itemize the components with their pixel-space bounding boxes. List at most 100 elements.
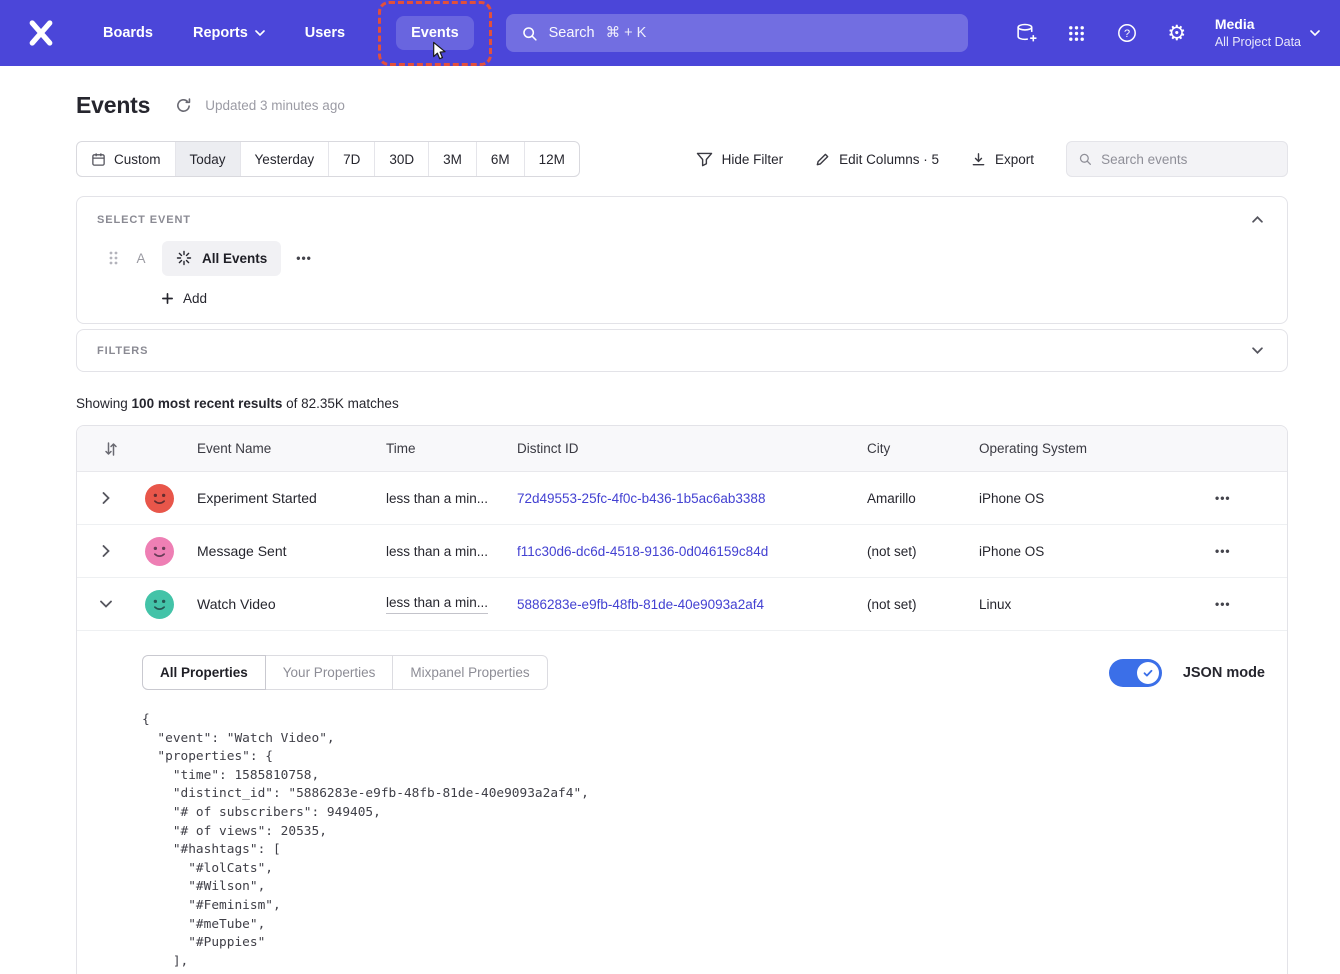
- navbar-right: ? ⚙ Media All Project Data: [1007, 14, 1320, 52]
- project-selector[interactable]: Media All Project Data: [1215, 15, 1320, 51]
- nav-item-users[interactable]: Users: [290, 16, 360, 50]
- row-expander[interactable]: [96, 539, 116, 563]
- edit-columns-label: Edit Columns · 5: [839, 152, 939, 167]
- grid-icon: [1067, 24, 1086, 43]
- json-mode-toggle[interactable]: [1109, 659, 1162, 687]
- add-event-button[interactable]: Add: [161, 291, 207, 306]
- refresh-button[interactable]: [173, 95, 194, 116]
- row-expander[interactable]: [96, 486, 116, 510]
- city-cell: (not set): [867, 597, 979, 612]
- chevron-down-icon: [1252, 347, 1263, 354]
- database-icon: [1015, 22, 1038, 45]
- row-actions-button[interactable]: •••: [1179, 597, 1231, 611]
- hide-filter-label: Hide Filter: [722, 152, 784, 167]
- table-header-row: Event Name Time Distinct ID City Operati…: [77, 426, 1287, 472]
- gear-icon: ⚙: [1167, 21, 1186, 46]
- main-content: Events Updated 3 minutes ago Custom Toda…: [0, 92, 1340, 974]
- properties-tabs: All Properties Your Properties Mixpanel …: [142, 655, 548, 690]
- chevron-down-icon: [255, 30, 265, 36]
- tab-your-properties[interactable]: Your Properties: [265, 655, 394, 690]
- results-summary: Showing 100 most recent results of 82.35…: [76, 396, 1288, 411]
- results-summary-count: 100 most recent results: [132, 396, 283, 411]
- nav-item-boards[interactable]: Boards: [88, 16, 168, 50]
- events-search-input[interactable]: [1101, 152, 1276, 167]
- event-query-row: A All Events •••: [77, 240, 1287, 276]
- col-operating-system[interactable]: Operating System: [979, 441, 1179, 456]
- toggle-knob: [1137, 662, 1159, 684]
- toolbar: Custom Today Yesterday 7D 30D 3M 6M 12M …: [76, 141, 1288, 177]
- results-summary-suffix: of 82.35K matches: [282, 396, 398, 411]
- city-cell: Amarillo: [867, 491, 979, 506]
- apps-grid-button[interactable]: [1057, 14, 1097, 52]
- drag-handle[interactable]: [106, 248, 120, 268]
- date-range-custom[interactable]: Custom: [77, 142, 176, 176]
- json-mode-control: JSON mode: [1109, 659, 1265, 687]
- table-row[interactable]: Experiment Started less than a min... 72…: [77, 472, 1287, 525]
- date-range-3m[interactable]: 3M: [429, 142, 477, 176]
- time-cell: less than a min...: [386, 544, 517, 559]
- data-management-button[interactable]: [1007, 14, 1047, 52]
- chevron-up-icon: [1252, 216, 1263, 223]
- mouse-cursor-icon: [430, 41, 447, 62]
- check-icon: [1142, 667, 1154, 679]
- page-header: Events Updated 3 minutes ago: [76, 92, 1288, 119]
- col-event-name[interactable]: Event Name: [197, 441, 386, 456]
- date-range-yesterday[interactable]: Yesterday: [241, 142, 330, 176]
- global-search[interactable]: Search ⌘ + K: [506, 14, 968, 52]
- settings-button[interactable]: ⚙: [1157, 14, 1197, 52]
- download-icon: [971, 152, 986, 167]
- export-button[interactable]: Export: [971, 152, 1034, 167]
- expand-filters-button[interactable]: [1248, 343, 1267, 358]
- primary-nav: Boards Reports Users Events: [88, 16, 474, 50]
- event-detail-panel: All Properties Your Properties Mixpanel …: [77, 631, 1287, 974]
- filters-header: FILTERS: [77, 330, 1287, 371]
- col-city[interactable]: City: [867, 441, 979, 456]
- tab-mixpanel-properties[interactable]: Mixpanel Properties: [392, 655, 547, 690]
- date-range-30d[interactable]: 30D: [375, 142, 429, 176]
- edit-columns-button[interactable]: Edit Columns · 5: [815, 152, 939, 167]
- collapse-panel-button[interactable]: [1248, 212, 1267, 227]
- nav-item-reports[interactable]: Reports: [178, 16, 280, 50]
- col-distinct-id[interactable]: Distinct ID: [517, 441, 867, 456]
- help-button[interactable]: ?: [1107, 14, 1147, 52]
- help-icon: ?: [1116, 22, 1138, 44]
- updated-status: Updated 3 minutes ago: [205, 98, 345, 113]
- col-time[interactable]: Time: [386, 441, 517, 456]
- distinct-id-link[interactable]: 72d49553-25fc-4f0c-b436-1b5ac6ab3388: [517, 491, 867, 506]
- date-range-custom-label: Custom: [114, 152, 161, 167]
- json-mode-label: JSON mode: [1183, 665, 1265, 681]
- date-range-7d[interactable]: 7D: [329, 142, 375, 176]
- os-cell: iPhone OS: [979, 544, 1179, 559]
- avatar: [145, 484, 174, 513]
- sort-icon[interactable]: [77, 441, 197, 457]
- row-expander[interactable]: [94, 594, 118, 614]
- avatar: [145, 537, 174, 566]
- date-range-today[interactable]: Today: [176, 142, 241, 176]
- face-icon: [145, 537, 174, 566]
- event-selector-chip[interactable]: All Events: [162, 241, 281, 276]
- table-row-expanded[interactable]: Watch Video less than a min... 5886283e-…: [77, 578, 1287, 631]
- hide-filter-button[interactable]: Hide Filter: [696, 152, 784, 167]
- distinct-id-link[interactable]: f11c30d6-dc6d-4518-9136-0d046159c84d: [517, 544, 867, 559]
- table-row[interactable]: Message Sent less than a min... f11c30d6…: [77, 525, 1287, 578]
- detail-toolbar: All Properties Your Properties Mixpanel …: [142, 655, 1265, 690]
- top-navbar: Boards Reports Users Events Search ⌘ + K: [0, 0, 1340, 66]
- face-icon: [145, 590, 174, 619]
- calendar-icon: [91, 152, 106, 167]
- chevron-right-icon: [102, 492, 110, 504]
- date-range-6m[interactable]: 6M: [477, 142, 525, 176]
- tab-all-properties[interactable]: All Properties: [142, 655, 266, 690]
- row-actions-button[interactable]: •••: [1179, 491, 1231, 505]
- mixpanel-logo[interactable]: [26, 18, 56, 48]
- date-range-12m[interactable]: 12M: [525, 142, 579, 176]
- results-summary-prefix: Showing: [76, 396, 132, 411]
- event-burst-icon: [176, 250, 192, 266]
- time-cell: less than a min...: [386, 491, 517, 506]
- export-label: Export: [995, 152, 1034, 167]
- row-actions-button[interactable]: •••: [1179, 544, 1231, 558]
- filters-panel: FILTERS: [76, 329, 1288, 372]
- distinct-id-link[interactable]: 5886283e-e9fb-48fb-81de-40e9093a2af4: [517, 597, 867, 612]
- plus-icon: [161, 292, 174, 305]
- event-more-button[interactable]: •••: [296, 251, 312, 265]
- filters-title: FILTERS: [97, 345, 148, 357]
